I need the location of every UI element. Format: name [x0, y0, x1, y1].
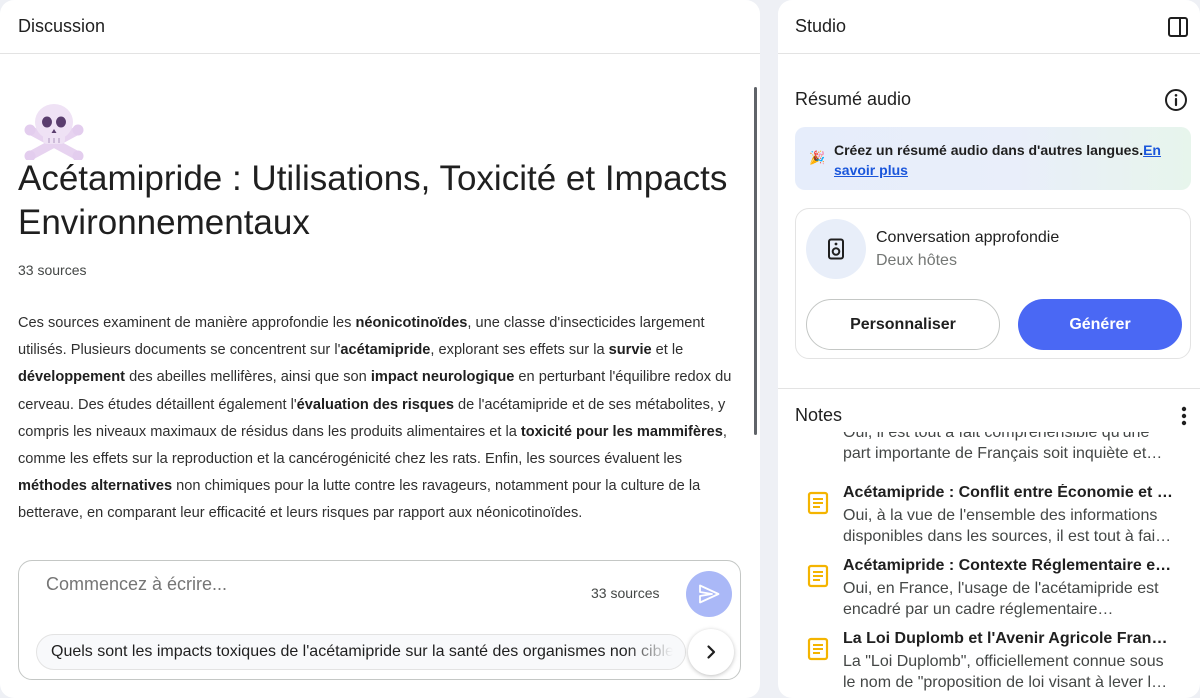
- studio-panel: Studio Résumé audio 🎉 Créez un résumé au…: [778, 0, 1200, 698]
- notes-section-title: Notes: [795, 405, 843, 425]
- summary-text: des abeilles mellifères, ainsi que son: [125, 369, 371, 386]
- summary-keyword: évaluation des risques: [296, 396, 454, 413]
- speaker-icon: [828, 238, 844, 260]
- generate-button[interactable]: Générer: [1018, 299, 1182, 350]
- note-title: Acétamipride : Contexte Réglementaire et…: [843, 557, 1173, 574]
- studio-header-title: Studio: [795, 16, 847, 36]
- chat-input[interactable]: Commencez à écrire...: [46, 574, 227, 595]
- summary-keyword: méthodes alternatives: [18, 478, 173, 495]
- note-item[interactable]: Acétamipride : Conflit entre Économie et…: [778, 484, 1200, 554]
- send-button[interactable]: [686, 571, 732, 617]
- side-panel-icon: [1168, 16, 1188, 37]
- discussion-header: Discussion: [0, 0, 760, 54]
- next-suggestion-button[interactable]: [688, 629, 734, 675]
- note-item[interactable]: La Loi Duplomb et l'Avenir Agricole Fran…: [778, 630, 1200, 698]
- source-count: 33 sources: [18, 262, 87, 278]
- skull-crossbones-emoji: [24, 104, 84, 160]
- summary-keyword: acétamipride: [340, 342, 431, 359]
- send-icon: [699, 584, 720, 604]
- notebook-title: Acétamipride : Utilisations, Toxicité et…: [18, 159, 728, 242]
- note-item[interactable]: Acétamipride : Contexte Réglementaire et…: [778, 557, 1200, 627]
- note-body: Oui, en France, l'usage de l'acétamiprid…: [843, 580, 1159, 618]
- note-icon: [807, 637, 829, 661]
- note-partial-text: Oui, il est tout à fait compréhensible q…: [843, 432, 1163, 462]
- discussion-scrollbar[interactable]: [754, 87, 757, 435]
- suggested-question-text: Quels sont les impacts toxiques de l'acé…: [51, 643, 686, 660]
- composer-source-count: 33 sources: [591, 585, 660, 601]
- suggestion-fade: [625, 635, 685, 669]
- audio-card-subtitle: Deux hôtes: [876, 252, 957, 269]
- summary-text: et le: [651, 342, 684, 359]
- more-vert-icon[interactable]: [1176, 404, 1192, 428]
- note-title: La Loi Duplomb et l'Avenir Agricole Fran…: [843, 630, 1173, 647]
- note-icon: [807, 491, 829, 515]
- note-body: La "Loi Duplomb", officiellement connue …: [843, 653, 1168, 691]
- suggested-question-chip[interactable]: Quels sont les impacts toxiques de l'acé…: [36, 634, 686, 670]
- customize-button[interactable]: Personnaliser: [806, 299, 1000, 350]
- audio-icon-badge: [806, 219, 866, 279]
- info-icon[interactable]: [1164, 88, 1188, 112]
- note-title: Acétamipride : Conflit entre Économie et…: [843, 484, 1173, 501]
- summary-text: , explorant ses effets sur la: [430, 342, 609, 359]
- discussion-header-title: Discussion: [18, 16, 106, 36]
- summary-keyword: néonicotinoïdes: [355, 315, 468, 331]
- collapse-panel-button[interactable]: [1156, 0, 1200, 54]
- audio-section-title: Résumé audio: [795, 89, 912, 109]
- notes-list[interactable]: Oui, il est tout à fait compréhensible q…: [778, 432, 1200, 698]
- discussion-panel: Discussion Acétamipride : Utilisations, …: [0, 0, 760, 698]
- summary-text: Ces sources examinent de manière approfo…: [18, 315, 356, 331]
- note-body: Oui, à la vue de l'ensemble des informat…: [843, 507, 1160, 545]
- chat-composer: Commencez à écrire... 33 sources Quels s…: [18, 560, 741, 680]
- summary-keyword: développement: [18, 369, 126, 386]
- audio-overview-card: Conversation approfondie Deux hôtes Pers…: [795, 208, 1191, 359]
- audio-language-promo: 🎉 Créez un résumé audio dans d'autres la…: [795, 127, 1191, 190]
- notebook-summary: Ces sources examinent de manière approfo…: [18, 310, 740, 528]
- promo-text: Créez un résumé audio dans d'autres lang…: [834, 142, 1144, 158]
- audio-card-title: Conversation approfondie: [876, 229, 1060, 246]
- summary-keyword: toxicité pour les mammifères: [520, 423, 723, 440]
- studio-header: Studio: [778, 0, 1200, 54]
- note-icon: [807, 564, 829, 588]
- summary-keyword: impact neurologique: [370, 369, 515, 386]
- studio-divider: [778, 388, 1200, 389]
- summary-keyword: survie: [608, 342, 652, 359]
- chevron-right-icon: [707, 645, 716, 659]
- party-popper-icon: 🎉: [809, 150, 826, 165]
